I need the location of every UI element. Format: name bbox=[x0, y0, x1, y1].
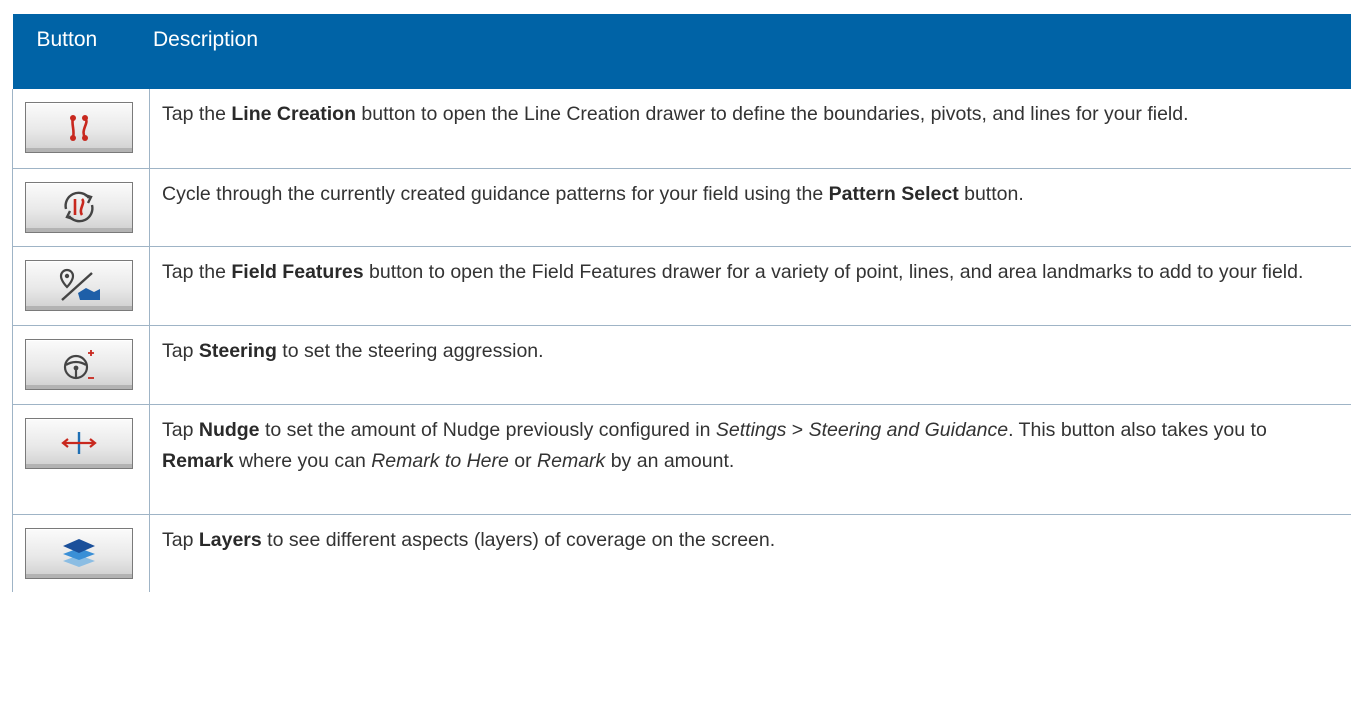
bold-text: Remark bbox=[162, 449, 234, 472]
text-segment: to see different aspects (layers) of cov… bbox=[261, 528, 776, 551]
text-segment: Cycle through the currently created guid… bbox=[162, 182, 829, 205]
text-segment: button to open the Field Features drawer… bbox=[363, 260, 1304, 283]
pattern-select-icon bbox=[64, 191, 94, 223]
bold-text: Steering bbox=[198, 339, 277, 362]
text-segment: Tap bbox=[162, 339, 199, 362]
field-features-button[interactable] bbox=[25, 259, 133, 311]
nudge-button[interactable] bbox=[25, 417, 133, 469]
layers-icon bbox=[63, 539, 95, 567]
text-segment: Tap the bbox=[162, 260, 232, 283]
row-description: Tap the Field Features button to open th… bbox=[149, 246, 1351, 326]
text-segment: Tap the bbox=[162, 103, 232, 125]
bold-text: Pattern Select bbox=[828, 182, 959, 205]
line-creation-button[interactable] bbox=[25, 102, 133, 153]
table-row: Tap Nudge to set the amount of Nudge pre… bbox=[12, 404, 1351, 515]
steering-wheel-icon bbox=[63, 350, 94, 380]
text-segment: to set the amount of Nudge previously co… bbox=[259, 418, 716, 441]
bold-text: Layers bbox=[198, 528, 262, 551]
text-segment: where you can bbox=[233, 449, 372, 472]
header-description: Description bbox=[149, 14, 1351, 89]
text-segment: button. bbox=[958, 182, 1024, 205]
layers-button[interactable] bbox=[25, 527, 133, 579]
row-description: Cycle through the currently created guid… bbox=[149, 168, 1351, 247]
text-segment: Tap bbox=[162, 528, 199, 551]
italic-text: Settings bbox=[715, 418, 787, 441]
nudge-icon bbox=[61, 432, 97, 454]
row-description: Tap Layers to see different aspects (lay… bbox=[149, 514, 1351, 592]
text-segment: by an amount. bbox=[605, 449, 735, 472]
text-segment: > bbox=[786, 418, 809, 441]
text-segment: to set the steering aggression. bbox=[276, 339, 544, 362]
pattern-select-button[interactable] bbox=[25, 181, 133, 233]
text-segment: . This button also takes you to bbox=[1008, 418, 1267, 441]
text-segment: button to open the Line Creation drawer … bbox=[356, 103, 1189, 125]
table-row: Cycle through the currently created guid… bbox=[12, 168, 1351, 247]
table-row: Tap Layers to see different aspects (lay… bbox=[12, 514, 1351, 592]
field-features-icon bbox=[59, 268, 100, 301]
table-row: Tap the Field Features button to open th… bbox=[12, 246, 1351, 326]
row-description: Tap Nudge to set the amount of Nudge pre… bbox=[149, 404, 1351, 515]
table-row: Tap the Line Creation button to open the… bbox=[12, 89, 1351, 169]
text-segment: or bbox=[508, 449, 538, 472]
header-button: Button bbox=[12, 14, 150, 89]
row-description: Tap the Line Creation button to open the… bbox=[149, 89, 1351, 169]
button-description-table: Button Description Tap the Line Creation… bbox=[12, 14, 1351, 592]
italic-text: Steering and Guidance bbox=[808, 418, 1009, 441]
line-creation-icon bbox=[70, 114, 88, 141]
bold-text: Field Features bbox=[231, 260, 364, 283]
bold-text: Nudge bbox=[198, 418, 260, 441]
italic-text: Remark bbox=[537, 449, 606, 472]
table-row: Tap Steering to set the steering aggress… bbox=[12, 325, 1351, 405]
italic-text: Remark to Here bbox=[371, 449, 509, 472]
steering-button[interactable] bbox=[25, 338, 133, 390]
bold-text: Line Creation bbox=[231, 103, 356, 125]
text-segment: Tap bbox=[162, 418, 199, 441]
table-header-row: Button Description bbox=[12, 14, 1351, 89]
row-description: Tap Steering to set the steering aggress… bbox=[149, 325, 1351, 405]
